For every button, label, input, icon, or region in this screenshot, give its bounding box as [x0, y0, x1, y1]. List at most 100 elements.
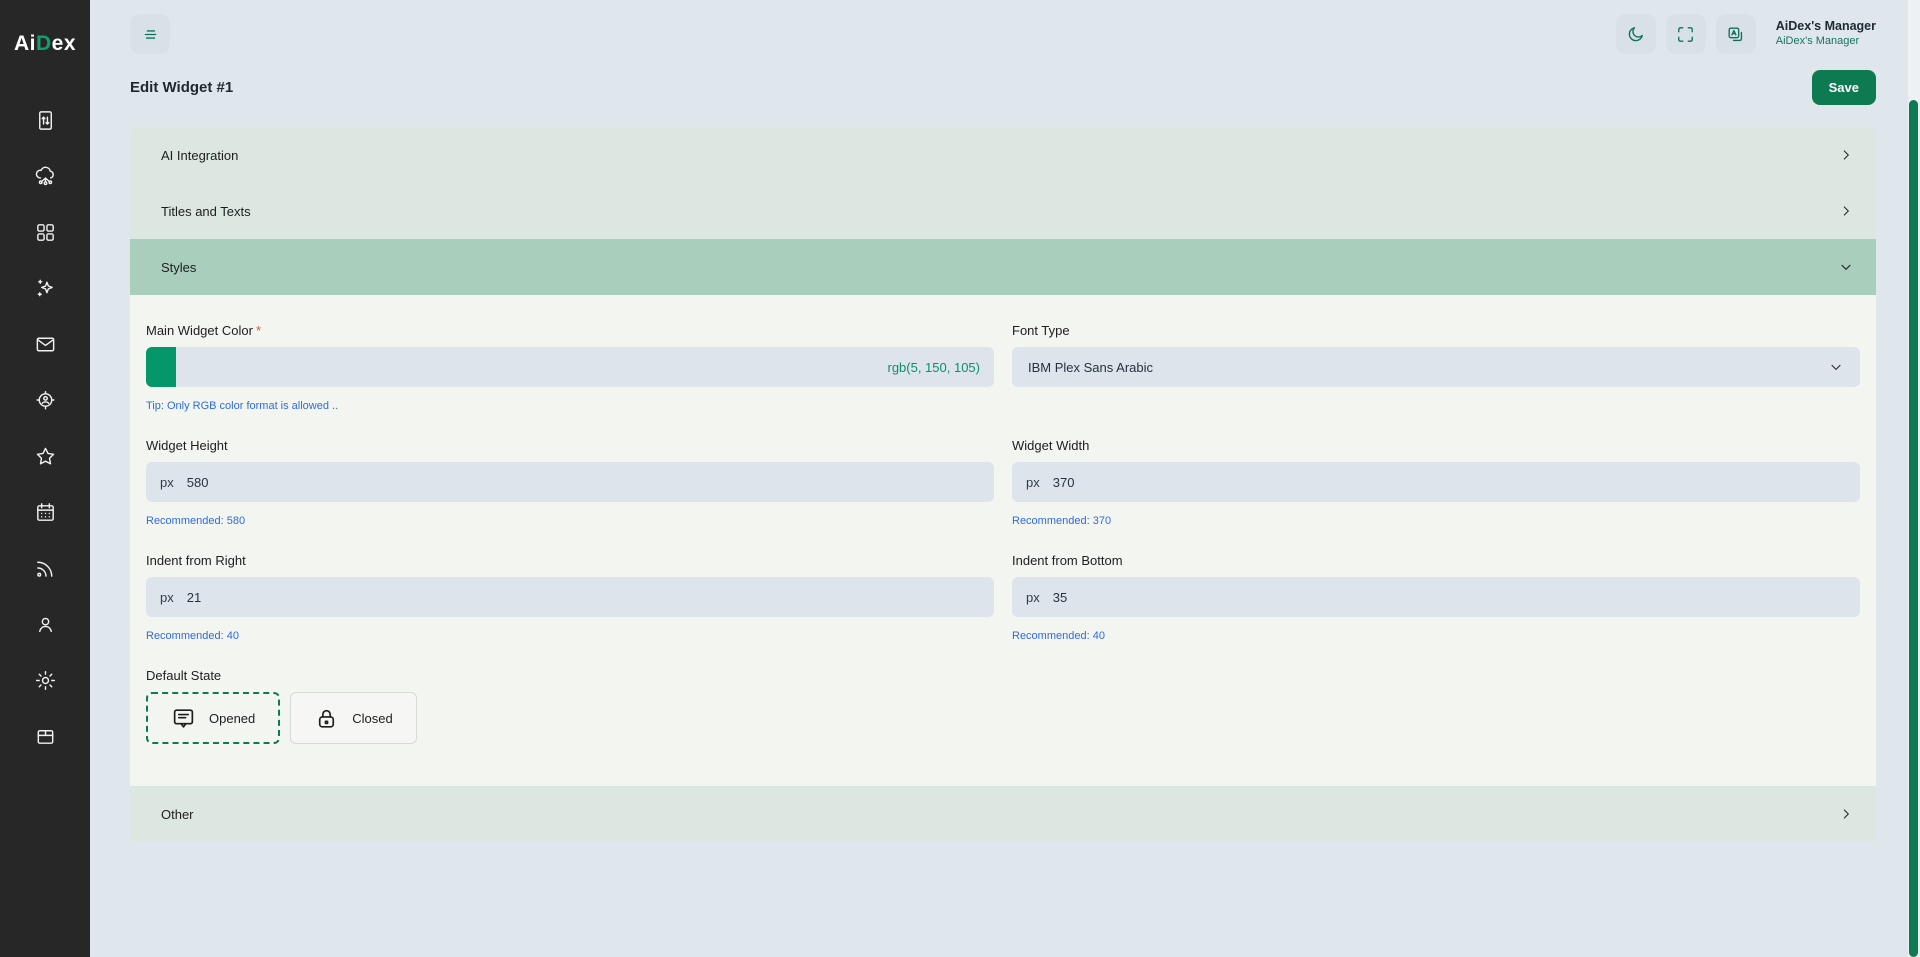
brand-prefix: Ai: [13, 32, 36, 55]
save-button[interactable]: Save: [1811, 70, 1876, 105]
accordion-label: Titles and Texts: [161, 203, 251, 219]
accordion-header-other[interactable]: Other: [130, 786, 1876, 842]
sidebar-item-users[interactable]: [33, 612, 57, 636]
brand-accent: D: [35, 32, 52, 55]
indent-bottom-input[interactable]: [1039, 577, 1860, 617]
px-unit-label: px: [1026, 474, 1040, 490]
user-target-icon: [35, 390, 55, 410]
field-widget-height: Widget Height px Recommended: 580: [146, 438, 994, 527]
chevron-right-icon: [1843, 150, 1849, 160]
font-type-select[interactable]: IBM Plex Sans Arabic: [1012, 347, 1860, 387]
sidebar-item-settings[interactable]: [33, 668, 57, 692]
field-widget-width: Widget Width px Recommended: 370: [1012, 438, 1860, 527]
scrollbar-thumb[interactable]: [1909, 100, 1918, 957]
user-icon: [38, 617, 52, 632]
fullscreen-button[interactable]: [1665, 14, 1706, 54]
calendar-icon: [36, 502, 54, 521]
sidebar-item-feeds[interactable]: [33, 556, 57, 580]
field-main-widget-color: Main Widget Color * rgb(5, 150, 105) Tip:…: [146, 323, 994, 412]
field-indent-right: Indent from Right px Recommended: 40: [146, 553, 994, 642]
message-square-icon: [173, 708, 194, 728]
chevron-right-icon: [1843, 206, 1849, 216]
menu-icon: [144, 29, 156, 39]
color-value: rgb(5, 150, 105): [887, 359, 980, 375]
field-default-state: Default State Opened Closed: [146, 668, 994, 744]
fullscreen-icon: [1678, 26, 1694, 42]
px-unit-label: px: [1026, 589, 1040, 605]
app-root: AiDex AiDex's Manager AiDex's Manager Ed…: [0, 0, 1920, 957]
sidebar-item-ai[interactable]: [33, 276, 57, 300]
chevron-right-icon: [1843, 809, 1849, 819]
user-name: AiDex's Manager: [1775, 19, 1876, 34]
document-arrows-icon: [38, 110, 52, 130]
indent-bottom-hint: Recommended: 40: [1012, 630, 1105, 642]
main-widget-color-input[interactable]: rgb(5, 150, 105): [146, 347, 994, 387]
language-button[interactable]: [1715, 14, 1756, 54]
sidebar-item-mail[interactable]: [33, 332, 57, 356]
rss-icon: [36, 561, 52, 577]
apps-grid-icon: [36, 223, 54, 241]
widget-settings-accordion: AI Integration Titles and Texts Styles M…: [130, 127, 1876, 842]
sidebar-item-apps[interactable]: [33, 220, 57, 244]
mail-icon: [36, 337, 54, 351]
field-font-type: Font Type IBM Plex Sans Arabic: [1012, 323, 1860, 412]
widget-width-hint: Recommended: 370: [1012, 515, 1112, 527]
sidebar-item-targeting[interactable]: [33, 388, 57, 412]
closed-option-label: Closed: [352, 710, 393, 726]
page-title: Edit Widget #1: [130, 79, 234, 96]
accordion-label: AI Integration: [161, 147, 239, 163]
topbar-right: AiDex's Manager AiDex's Manager: [1615, 14, 1876, 54]
indent-right-label: Indent from Right: [146, 553, 246, 568]
sidebar-toggle-button[interactable]: [130, 14, 170, 54]
sidebar-item-products[interactable]: [33, 724, 57, 748]
color-format-tip: Tip: Only RGB color format is allowed ..: [146, 400, 339, 412]
widget-height-input[interactable]: [173, 462, 994, 502]
indent-right-input[interactable]: [173, 577, 994, 617]
user-block[interactable]: AiDex's Manager AiDex's Manager: [1776, 19, 1876, 48]
title-row: Edit Widget #1 Save: [130, 70, 1876, 105]
px-unit-label: px: [160, 589, 174, 605]
translate-icon: [1728, 26, 1743, 41]
widget-height-label: Widget Height: [146, 438, 228, 453]
box-icon: [37, 729, 53, 744]
sidebar-item-calendar[interactable]: [33, 500, 57, 524]
accordion-header-styles[interactable]: Styles: [130, 239, 1876, 295]
settings-gear-icon: [35, 670, 55, 690]
brand-logo[interactable]: AiDex: [14, 32, 76, 56]
widget-width-label: Widget Width: [1012, 438, 1090, 453]
topbar: AiDex's Manager AiDex's Manager: [130, 14, 1876, 54]
main-area: AiDex's Manager AiDex's Manager Edit Wid…: [90, 0, 1920, 957]
indent-bottom-label: Indent from Bottom: [1012, 553, 1123, 568]
user-role: AiDex's Manager: [1775, 34, 1860, 47]
accordion-header-titles-texts[interactable]: Titles and Texts: [130, 183, 1876, 239]
color-swatch: [146, 347, 176, 387]
default-state-opened-button[interactable]: Opened: [146, 692, 281, 744]
indent-right-hint: Recommended: 40: [146, 630, 239, 642]
opened-option-label: Opened: [209, 710, 256, 726]
accordion-header-ai-integration[interactable]: AI Integration: [130, 127, 1876, 183]
field-indent-bottom: Indent from Bottom px Recommended: 40: [1012, 553, 1860, 642]
sparkles-icon: [37, 279, 53, 296]
sidebar-item-documents[interactable]: [33, 108, 57, 132]
indent-bottom-control: px: [1012, 577, 1860, 617]
styles-grid: Main Widget Color * rgb(5, 150, 105) Tip:…: [146, 323, 1860, 744]
font-type-value: IBM Plex Sans Arabic: [1028, 359, 1153, 375]
widget-width-control: px: [1012, 462, 1860, 502]
default-state-closed-button[interactable]: Closed: [290, 692, 417, 744]
cloud-network-icon: [35, 166, 54, 185]
chevron-down-icon: [1841, 264, 1851, 270]
widget-width-input[interactable]: [1039, 462, 1860, 502]
accordion-label: Styles: [161, 259, 197, 275]
dark-mode-button[interactable]: [1615, 14, 1656, 54]
star-icon: [36, 447, 54, 465]
brand-suffix: ex: [51, 32, 77, 55]
accordion-label: Other: [161, 806, 194, 822]
sidebar-item-favorites[interactable]: [33, 444, 57, 468]
main-widget-color-label: Main Widget Color: [146, 323, 253, 338]
chevron-down-icon: [1831, 364, 1841, 370]
scrollbar: [1908, 0, 1920, 957]
widget-height-control: px: [146, 462, 994, 502]
sidebar-item-cloud-network[interactable]: [33, 164, 57, 188]
indent-right-control: px: [146, 577, 994, 617]
moon-icon: [1629, 26, 1644, 41]
